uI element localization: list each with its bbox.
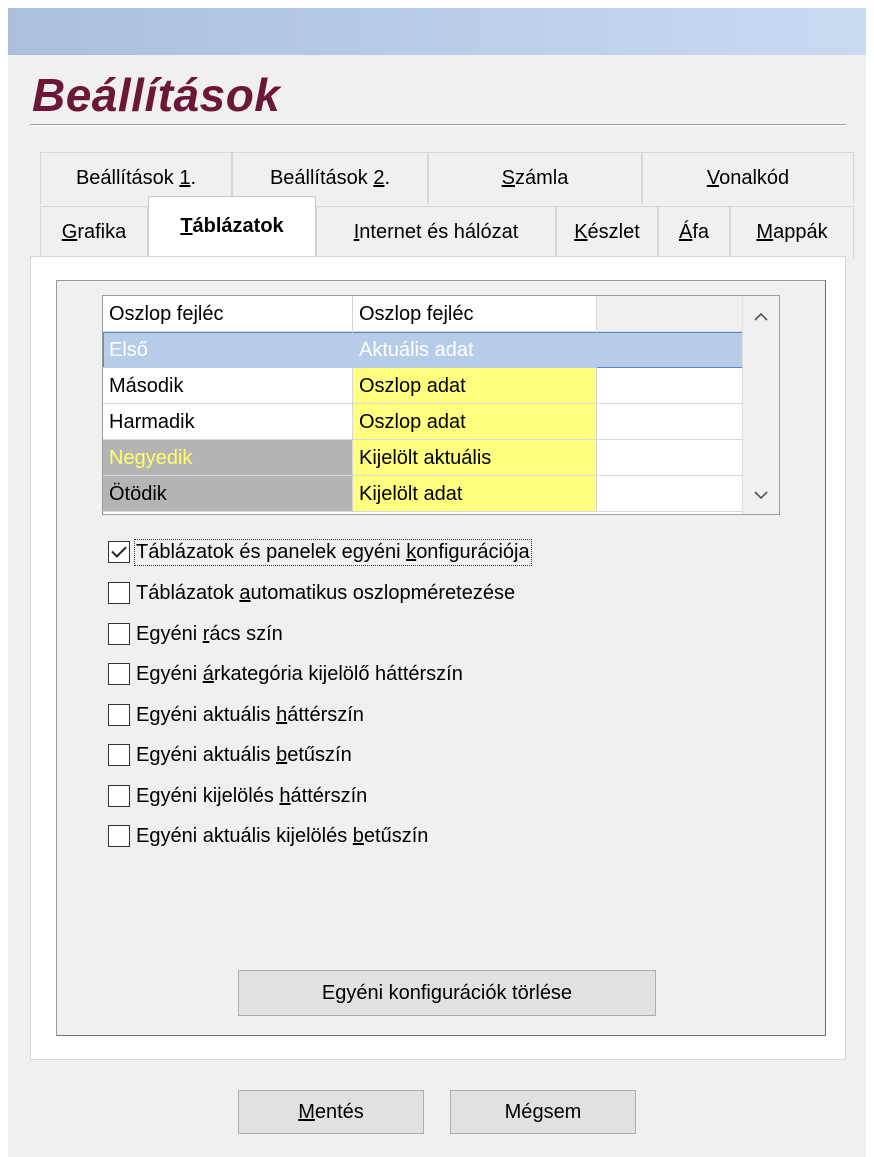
checkbox-icon[interactable] bbox=[108, 744, 130, 766]
checkbox-label: Egyéni árkategória kijelölő háttérszín bbox=[136, 662, 463, 685]
tab-keszlet[interactable]: Készlet bbox=[556, 206, 658, 258]
clear-custom-configs-button[interactable]: Egyéni konfigurációk törlése bbox=[238, 970, 656, 1016]
grid-cell-extra bbox=[597, 296, 743, 332]
tab-label: Beállítások 1. bbox=[75, 167, 197, 189]
checkbox-icon[interactable] bbox=[108, 582, 130, 604]
grid-cell-value: Kijelölt adat bbox=[353, 476, 597, 512]
checkbox-label: Egyéni rács szín bbox=[136, 622, 283, 645]
grid-row[interactable]: Ötödik Kijelölt adat bbox=[103, 476, 743, 512]
tab-label: Internet és hálózat bbox=[353, 221, 519, 243]
checkbox-label: Táblázatok automatikus oszlopméretezése bbox=[136, 581, 516, 604]
tab-label: Áfa bbox=[678, 221, 710, 243]
cancel-button[interactable]: Mégsem bbox=[450, 1090, 636, 1134]
grid-cell-extra bbox=[597, 440, 743, 476]
grid-cell-name: Harmadik bbox=[103, 404, 353, 440]
checkbox-custom-config[interactable]: Táblázatok és panelek egyéni konfiguráci… bbox=[108, 538, 532, 566]
grid-cell-name: Oszlop fejléc bbox=[103, 296, 353, 332]
checkbox-icon[interactable] bbox=[108, 663, 130, 685]
save-button[interactable]: Mentés bbox=[238, 1090, 424, 1134]
tab-szamla[interactable]: Számla bbox=[428, 152, 642, 204]
tab-mappak[interactable]: Mappák bbox=[730, 206, 854, 258]
checkbox-current-selection-font[interactable]: Egyéni aktuális kijelölés betűszín bbox=[108, 822, 428, 850]
checkbox-label: Egyéni aktuális kijelölés betűszín bbox=[136, 824, 429, 847]
chevron-down-icon[interactable] bbox=[743, 480, 779, 510]
checkbox-grid-color[interactable]: Egyéni rács szín bbox=[108, 620, 283, 648]
grid-row[interactable]: Harmadik Oszlop adat bbox=[103, 404, 743, 440]
tab-label: Számla bbox=[501, 167, 569, 189]
checkbox-icon[interactable] bbox=[108, 785, 130, 807]
chevron-up-icon[interactable] bbox=[743, 302, 779, 332]
tab-label: Táblázatok bbox=[180, 215, 284, 237]
tab-afa[interactable]: Áfa bbox=[658, 206, 730, 258]
grid-cell-name: Első bbox=[103, 332, 353, 368]
tab-label: Készlet bbox=[574, 221, 640, 243]
preview-grid[interactable]: Oszlop fejléc Oszlop fejléc Első Aktuáli… bbox=[102, 295, 780, 515]
grid-row[interactable]: Negyedik Kijelölt aktuális bbox=[103, 440, 743, 476]
page-title: Beállítások bbox=[32, 69, 281, 121]
grid-cell-name: Ötödik bbox=[103, 476, 353, 512]
checkbox-current-font[interactable]: Egyéni aktuális betűszín bbox=[108, 741, 352, 769]
checkbox-label: Egyéni aktuális betűszín bbox=[136, 743, 352, 766]
grid-cell-extra bbox=[597, 368, 743, 404]
checkbox-current-bg[interactable]: Egyéni aktuális háttérszín bbox=[108, 701, 364, 729]
grid-cell-extra bbox=[597, 476, 743, 512]
grid-cell-value: Oszlop adat bbox=[353, 368, 597, 404]
grid-row[interactable]: Második Oszlop adat bbox=[103, 368, 743, 404]
tab-label: Grafika bbox=[61, 221, 127, 243]
save-button-label: Mentés bbox=[298, 1100, 364, 1123]
cancel-button-label: Mégsem bbox=[504, 1100, 582, 1123]
tab-grafika[interactable]: Grafika bbox=[40, 206, 148, 258]
checkbox-icon[interactable] bbox=[108, 623, 130, 645]
grid-cell-value: Aktuális adat bbox=[353, 332, 597, 368]
title-divider bbox=[30, 124, 846, 126]
grid-cell-extra bbox=[597, 404, 743, 440]
checkbox-label: Egyéni kijelölés háttérszín bbox=[136, 784, 368, 807]
title-bar[interactable] bbox=[8, 8, 866, 55]
grid-cell-value: Oszlop fejléc bbox=[353, 296, 597, 332]
grid-cell-name: Második bbox=[103, 368, 353, 404]
checkbox-price-category-bg[interactable]: Egyéni árkategória kijelölő háttérszín bbox=[108, 660, 463, 688]
grid-row-selected[interactable]: Első Aktuális adat bbox=[103, 332, 743, 368]
tab-vonalkod[interactable]: Vonalkód bbox=[642, 152, 854, 204]
tab-label: Mappák bbox=[756, 221, 828, 243]
grid-cell-name: Negyedik bbox=[103, 440, 353, 476]
grid-scrollbar[interactable] bbox=[742, 296, 779, 514]
tab-label: Beállítások 2. bbox=[269, 167, 391, 189]
checkbox-label: Táblázatok és panelek egyéni konfiguráci… bbox=[134, 538, 532, 566]
checkbox-icon[interactable] bbox=[108, 825, 130, 847]
tab-internet-es-halozat[interactable]: Internet és hálózat bbox=[316, 206, 556, 258]
checkbox-selection-bg[interactable]: Egyéni kijelölés háttérszín bbox=[108, 782, 367, 810]
checkbox-auto-column-size[interactable]: Táblázatok automatikus oszlopméretezése bbox=[108, 579, 515, 607]
tab-label: Vonalkód bbox=[706, 167, 790, 189]
grid-cell-value: Oszlop adat bbox=[353, 404, 597, 440]
grid-header-row: Oszlop fejléc Oszlop fejléc bbox=[103, 296, 743, 332]
grid-cell-value: Kijelölt aktuális bbox=[353, 440, 597, 476]
tab-tablazatok[interactable]: Táblázatok bbox=[148, 196, 316, 256]
checkbox-label: Egyéni aktuális háttérszín bbox=[136, 703, 364, 726]
checkbox-checked-icon[interactable] bbox=[108, 541, 130, 563]
checkbox-icon[interactable] bbox=[108, 704, 130, 726]
